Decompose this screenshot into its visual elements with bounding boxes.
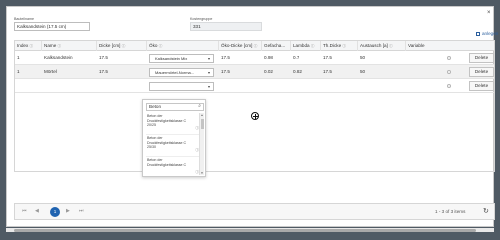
- dropdown-search-input[interactable]: Beton ⌕: [146, 103, 204, 111]
- move-cursor-icon: [251, 112, 259, 120]
- cell-th-dicke: 17.5: [323, 69, 332, 74]
- cell-dicke: 17.5: [99, 69, 108, 74]
- info-icon[interactable]: ⓘ: [311, 44, 315, 48]
- col-oeko[interactable]: Öko ⓘ: [147, 41, 219, 51]
- search-icon: ⌕: [198, 103, 201, 109]
- oeko-select[interactable]: Kalksandstein Mix ▾: [149, 54, 214, 63]
- col-th-dicke-label: Th.Dicke: [323, 43, 342, 48]
- oeko-select-value: Kalksandstein Mix: [155, 56, 188, 61]
- oeko-select[interactable]: Mauermörtel-Norma... ▾: [149, 68, 214, 77]
- col-oeko-label: Öko: [149, 43, 158, 48]
- info-icon[interactable]: ⓘ: [122, 44, 126, 48]
- info-icon[interactable]: ⓘ: [389, 44, 393, 48]
- chevron-down-icon: ▾: [207, 84, 210, 89]
- col-oeko-dicke-label: Öko-Dicke [cm]: [221, 43, 253, 48]
- add-icon: [476, 31, 480, 36]
- info-icon[interactable]: ⓘ: [159, 44, 163, 48]
- info-icon[interactable]: ⓘ: [342, 44, 346, 48]
- col-lambda-label: Lambda: [293, 43, 310, 48]
- variable-checkbox[interactable]: [447, 70, 451, 74]
- delete-button[interactable]: Delete: [469, 53, 494, 63]
- add-label: anlegen: [482, 31, 499, 36]
- cell-th-dicke: 17.5: [323, 55, 332, 60]
- dropdown-scrollbar[interactable]: ▲ ▼: [199, 113, 204, 175]
- grid-header: Index ⓘ Name ⓘ Dicke [cm] ⓘ Öko ⓘ Öko-Di…: [15, 41, 494, 51]
- variable-checkbox[interactable]: [447, 56, 451, 60]
- col-austausch[interactable]: Austausch [a] ⓘ: [358, 41, 406, 51]
- delete-button[interactable]: Delete: [469, 81, 494, 91]
- col-gefach-label: Gefacha...: [264, 43, 286, 48]
- col-austausch-label: Austausch [a]: [360, 43, 388, 48]
- list-item[interactable]: Beton der Druckfestigkeitsklasse C ⓘ: [146, 157, 199, 175]
- table-row[interactable]: 1 Kalksandstein 17.5 Kalksandstein Mix ▾…: [15, 51, 494, 65]
- bauteilname-label: Bauteilname: [14, 17, 34, 21]
- horizontal-scrollbar[interactable]: [6, 228, 494, 232]
- chevron-down-icon: ▾: [207, 70, 210, 75]
- prev-page-icon[interactable]: ◀: [35, 208, 39, 214]
- col-variable[interactable]: Variable: [406, 41, 495, 51]
- kostengruppe-label: Kostengruppe: [190, 17, 213, 21]
- col-name-label: Name: [44, 43, 57, 48]
- pager: ⏮ ◀ 1 ▶ ⏭ 1 - 3 of 3 items ↻: [14, 203, 495, 220]
- scroll-up-icon[interactable]: ▲: [200, 113, 204, 117]
- col-lambda[interactable]: Lambda ⓘ: [291, 41, 321, 51]
- cell-lambda: 0.7: [293, 55, 300, 60]
- add-button[interactable]: anlegen: [476, 31, 498, 36]
- info-icon[interactable]: ⓘ: [254, 44, 258, 48]
- cell-gefach: 0.98: [264, 55, 273, 60]
- cell-index: 1: [17, 69, 20, 74]
- list-item[interactable]: Beton der Druckfestigkeitsklasse C 25/30…: [146, 135, 199, 157]
- col-index-label: Index: [17, 43, 29, 48]
- chevron-down-icon: ▾: [207, 56, 210, 61]
- list-item-line: 25/30: [147, 145, 156, 150]
- col-th-dicke[interactable]: Th.Dicke ⓘ: [321, 41, 358, 51]
- oeko-select-value: Mauermörtel-Norma...: [155, 70, 195, 75]
- close-icon[interactable]: ×: [487, 10, 491, 16]
- first-page-icon[interactable]: ⏮: [22, 208, 27, 214]
- cell-gefach: 0.02: [264, 69, 273, 74]
- refresh-icon[interactable]: ↻: [483, 207, 489, 215]
- oeko-select-open[interactable]: ▾: [149, 82, 214, 91]
- oeko-dropdown-popup: Beton ⌕ Beton der Druckfestigkeitsklasse…: [142, 99, 206, 177]
- cell-austausch: 50: [360, 55, 366, 60]
- last-page-icon[interactable]: ⏭: [79, 208, 84, 214]
- table-row[interactable]: ▾ Delete: [15, 79, 494, 93]
- col-name[interactable]: Name ⓘ: [42, 41, 97, 51]
- layers-grid: Index ⓘ Name ⓘ Dicke [cm] ⓘ Öko ⓘ Öko-Di…: [14, 40, 495, 172]
- info-icon[interactable]: ⓘ: [58, 44, 62, 48]
- cell-oeko-dicke: 17.5: [221, 55, 230, 60]
- col-oeko-dicke[interactable]: Öko-Dicke [cm] ⓘ: [219, 41, 262, 51]
- col-gefach[interactable]: Gefacha...: [262, 41, 291, 51]
- list-item-line: Druckfestigkeitsklasse C: [147, 162, 187, 167]
- delete-button[interactable]: Delete: [469, 67, 494, 77]
- cell-oeko-dicke: 17.5: [221, 69, 230, 74]
- scrollbar-thumb[interactable]: [14, 228, 476, 232]
- variable-checkbox[interactable]: [447, 84, 451, 88]
- table-row[interactable]: 1 Mörtel 17.5 Mauermörtel-Norma... ▾ 17.…: [15, 65, 494, 79]
- cell-dicke: 17.5: [99, 55, 108, 60]
- next-page-icon[interactable]: ▶: [66, 208, 70, 214]
- list-item[interactable]: Beton der Druckfestigkeitsklasse C 20/25…: [146, 113, 199, 135]
- kostengruppe-input[interactable]: 331: [190, 22, 262, 31]
- scrollbar-thumb[interactable]: [200, 119, 204, 129]
- list-item-line: 20/25: [147, 123, 156, 128]
- dropdown-list: Beton der Druckfestigkeitsklasse C 20/25…: [146, 113, 199, 175]
- col-index[interactable]: Index ⓘ: [15, 41, 42, 51]
- cell-name: Mörtel: [44, 69, 57, 74]
- scroll-down-icon[interactable]: ▼: [200, 171, 204, 175]
- col-variable-label: Variable: [408, 43, 425, 48]
- cell-lambda: 0.82: [293, 69, 302, 74]
- component-editor-dialog: × Bauteilname Kalksandstein (17.5 cm) Ko…: [6, 6, 498, 227]
- info-icon[interactable]: ⓘ: [30, 44, 34, 48]
- bauteilname-input[interactable]: Kalksandstein (17.5 cm): [14, 22, 90, 31]
- dropdown-search-value: Beton: [149, 104, 162, 109]
- col-dicke[interactable]: Dicke [cm] ⓘ: [97, 41, 147, 51]
- cell-index: 1: [17, 55, 20, 60]
- page-button-current[interactable]: 1: [50, 207, 60, 217]
- col-dicke-label: Dicke [cm]: [99, 43, 121, 48]
- cell-name: Kalksandstein: [44, 55, 73, 60]
- cell-austausch: 50: [360, 69, 366, 74]
- pager-status: 1 - 3 of 3 items: [435, 209, 466, 214]
